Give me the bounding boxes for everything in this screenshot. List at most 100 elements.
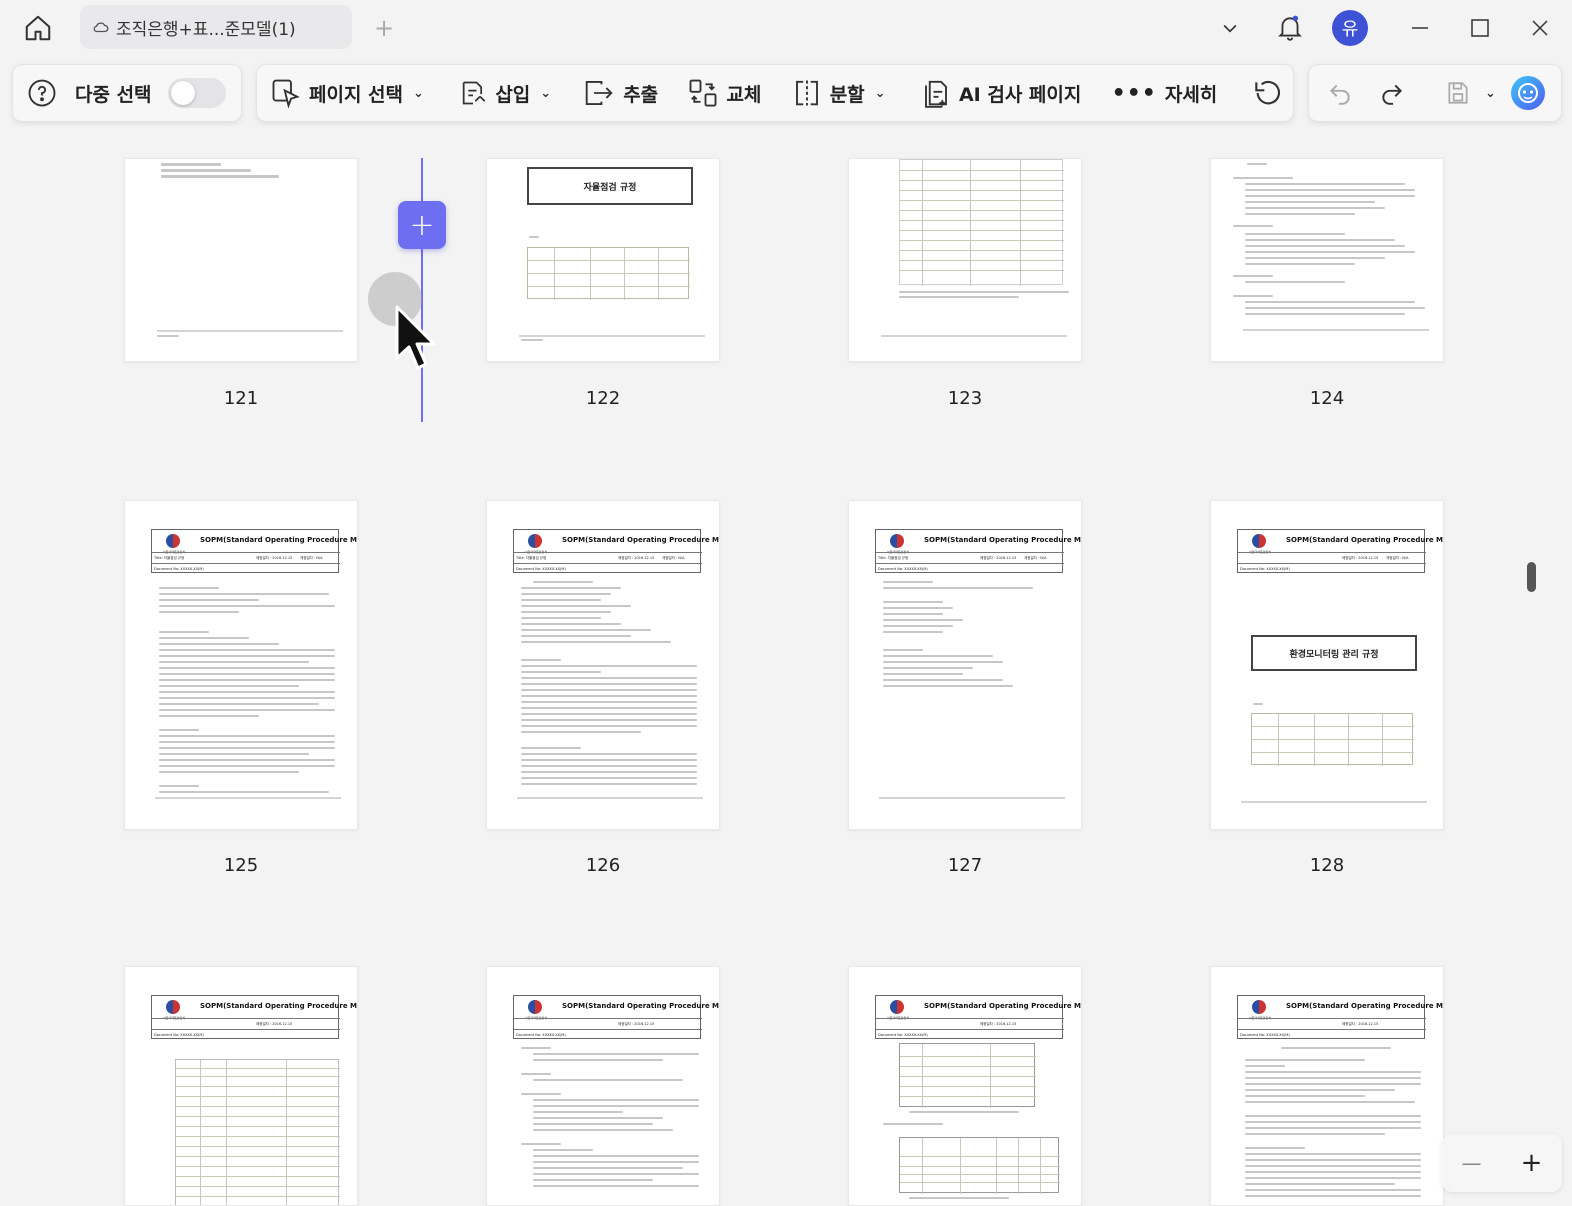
insert-page-here-button[interactable]: + [398, 201, 446, 249]
page-number-121: 121 [223, 388, 259, 409]
page-thumbnail-129[interactable]: 식품의약품안전처 SOPM(Standard Operating Procedu… [124, 966, 358, 1206]
home-icon [25, 15, 51, 41]
page-select-label: 페이지 선택 [309, 83, 404, 106]
sop-header: 식품의약품안전처 SOPM(Standard Operating Procedu… [513, 529, 719, 573]
page-thumbnail-125[interactable]: 식품의약품안전처 SOPM(Standard Operating Procedu… [124, 500, 358, 830]
sop-header: 식품의약품안전처 SOPM(Standard Operating Procedu… [1237, 995, 1443, 1039]
page-thumbnail-130[interactable]: 식품의약품안전처 SOPM(Standard Operating Procedu… [486, 966, 720, 1206]
government-emblem-icon [528, 534, 542, 548]
chevron-down-icon [1223, 24, 1237, 33]
pointer-select-icon [272, 79, 300, 108]
page-thumbnail-122[interactable]: 자율점검 규정 [486, 158, 720, 362]
extract-label: 추출 [623, 83, 659, 106]
close-icon [1532, 20, 1548, 36]
page-number-124: 124 [1309, 388, 1345, 409]
rotate-button[interactable] [1241, 73, 1293, 113]
sop-header: 식품의약품안전처 SOPM(Standard Operating Procedu… [151, 995, 357, 1039]
bell-icon [1278, 15, 1302, 41]
help-button[interactable] [13, 73, 71, 113]
more-button[interactable]: ••• 자세히 [1102, 73, 1228, 113]
toggle-switch[interactable] [167, 78, 226, 108]
notification-button[interactable] [1270, 8, 1310, 48]
cloud-icon [93, 22, 109, 33]
page-thumbnail-121[interactable] [124, 158, 358, 362]
minimize-button[interactable] [1400, 8, 1440, 48]
mouse-cursor-icon [395, 305, 436, 370]
page-title-box: 환경모니터링 관리 규정 [1251, 635, 1417, 671]
undo-button[interactable] [1309, 73, 1363, 113]
insert-label: 삽입 [495, 83, 531, 106]
page-thumbnail-124[interactable] [1210, 158, 1444, 362]
revision-table [175, 1059, 340, 1205]
question-circle-icon [28, 79, 56, 107]
government-emblem-icon [1252, 534, 1266, 548]
page-thumbnail-131[interactable]: 식품의약품안전처 SOPM(Standard Operating Procedu… [848, 966, 1082, 1206]
rotate-icon [1255, 80, 1281, 105]
replace-button[interactable]: 교체 [678, 73, 771, 113]
multi-select-label: 다중 선택 [75, 83, 152, 106]
page-number-128: 128 [1309, 855, 1345, 876]
multi-select-toggle[interactable]: 다중 선택 [71, 73, 230, 113]
save-icon [1448, 82, 1468, 104]
government-emblem-icon [528, 1000, 542, 1014]
maximize-icon [1471, 19, 1489, 37]
ai-assistant-icon [1510, 76, 1545, 110]
more-dots-icon: ••• [1111, 80, 1157, 106]
home-button[interactable] [18, 8, 58, 48]
record-table [899, 159, 1064, 286]
ai-check-pages-button[interactable]: AI 검사 페이지 [911, 73, 1091, 113]
redo-button[interactable] [1363, 73, 1415, 113]
zoom-in-button[interactable]: + [1521, 1148, 1543, 1178]
more-label: 자세히 [1164, 83, 1218, 106]
tab-list-button[interactable] [1210, 8, 1250, 48]
minimize-icon [1412, 27, 1428, 29]
chevron-down-icon: ⌄ [874, 85, 886, 101]
government-emblem-icon [890, 1000, 904, 1014]
ai-document-icon [925, 80, 947, 108]
sop-header: 식품의약품안전처 SOPM(Standard Operating Procedu… [1237, 529, 1443, 573]
zoom-control: — + [1442, 1134, 1562, 1192]
page-thumbnail-126[interactable]: 식품의약품안전처 SOPM(Standard Operating Procedu… [486, 500, 720, 830]
split-button[interactable]: 분할 ⌄ [782, 73, 896, 113]
user-avatar-button[interactable]: 유 [1330, 8, 1370, 48]
ai-check-label: AI 검사 페이지 [958, 83, 1082, 106]
new-tab-button[interactable]: + [370, 14, 398, 42]
close-button[interactable] [1520, 8, 1560, 48]
government-emblem-icon [1252, 1000, 1266, 1014]
sop-header: 식품의약품안전처 SOPM(Standard Operating Procedu… [513, 995, 719, 1039]
sop-header: 식품의약품안전처 SOPM(Standard Operating Procedu… [875, 529, 1081, 573]
page-thumbnail-127[interactable]: 식품의약품안전처 SOPM(Standard Operating Procedu… [848, 500, 1082, 830]
document-tab-title: 조직은행+표...준모델(1) [116, 19, 296, 40]
chevron-down-icon: ⌄ [413, 85, 424, 101]
split-icon [795, 80, 818, 106]
save-options-button[interactable]: ⌄ [1481, 73, 1498, 113]
sop-header: 식품의약품안전처 SOPM(Standard Operating Procedu… [151, 529, 357, 573]
page-thumbnail-132[interactable]: 식품의약품안전처 SOPM(Standard Operating Procedu… [1210, 966, 1444, 1206]
approval-table [527, 247, 690, 300]
redo-icon [1382, 84, 1403, 105]
save-button[interactable] [1415, 73, 1481, 113]
vertical-scrollbar-thumb[interactable] [1527, 562, 1536, 592]
page-select-button[interactable]: 페이지 선택 ⌄ [257, 73, 434, 113]
ai-assistant-button[interactable] [1498, 73, 1556, 113]
page-number-125: 125 [223, 855, 259, 876]
sop-header: 식품의약품안전처 SOPM(Standard Operating Procedu… [875, 995, 1081, 1039]
page-thumbnail-128[interactable]: 식품의약품안전처 SOPM(Standard Operating Procedu… [1210, 500, 1444, 830]
extract-button[interactable]: 추출 [573, 73, 668, 113]
maximize-button[interactable] [1460, 8, 1500, 48]
page-thumbnail-123[interactable] [848, 158, 1082, 362]
toggle-knob [170, 81, 195, 105]
page-number-127: 127 [947, 855, 983, 876]
page-number-123: 123 [947, 388, 983, 409]
government-emblem-icon [166, 1000, 180, 1014]
zoom-out-button[interactable]: — [1462, 1151, 1482, 1175]
approval-table [1251, 713, 1414, 766]
replace-label: 교체 [726, 83, 762, 106]
insert-button[interactable]: 삽입 ⌄ [449, 73, 561, 113]
title-bar: 조직은행+표...준모델(1) + 유 [0, 0, 1572, 56]
history-group: ⌄ [1308, 64, 1562, 122]
document-tab[interactable]: 조직은행+표...준모델(1) [80, 5, 352, 49]
chevron-down-icon: ⌄ [540, 85, 552, 101]
page-tools-group: 페이지 선택 ⌄ 삽입 ⌄ 추출 교체 분할 ⌄ AI 검사 페이지 ••• 자… [256, 64, 1294, 122]
insert-page-icon [463, 81, 486, 105]
